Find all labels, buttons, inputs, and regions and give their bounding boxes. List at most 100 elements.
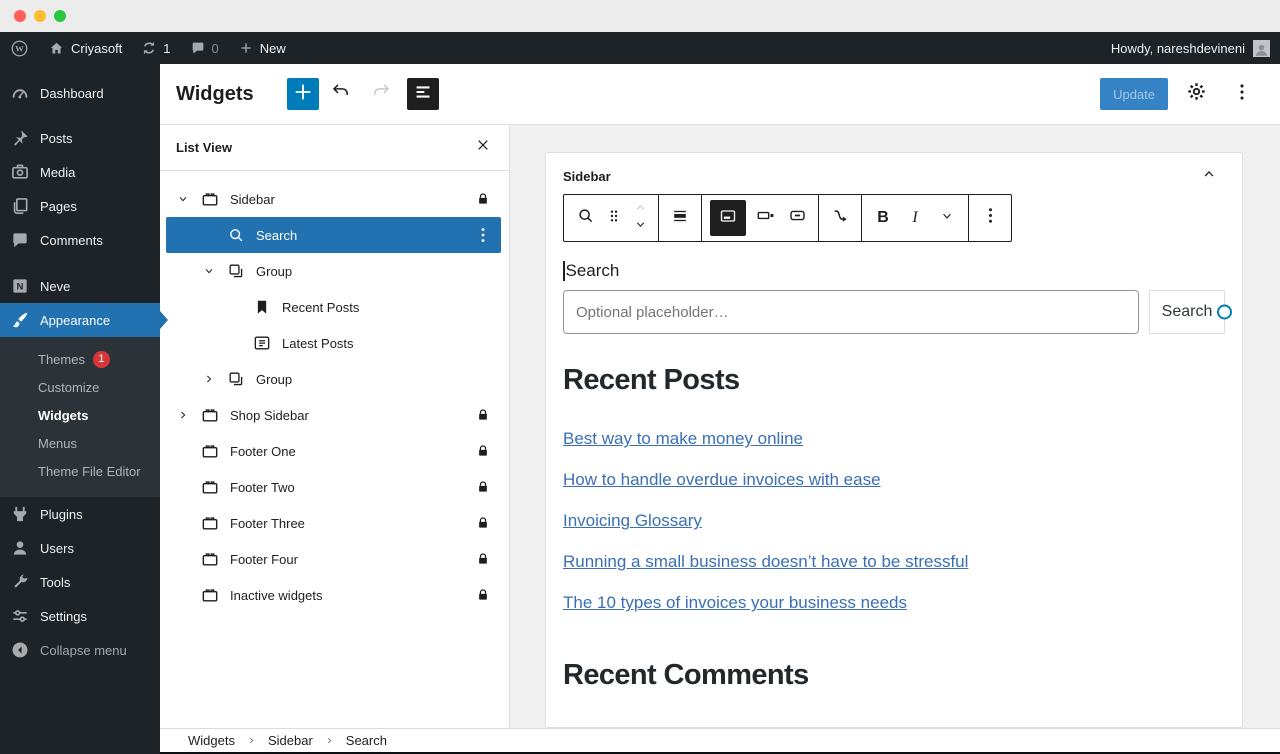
collapse-widget-area-button[interactable]	[1197, 165, 1221, 189]
more-formatting-button[interactable]	[931, 195, 963, 241]
sidebar-item-label: Plugins	[40, 506, 83, 522]
settings-gear-button[interactable]	[1178, 76, 1214, 112]
chevron-down-icon[interactable]	[202, 264, 216, 278]
sidebar-item-media[interactable]: Media	[0, 155, 160, 189]
list-view-row-footer-one[interactable]: Footer One	[166, 433, 501, 469]
recent-post-link[interactable]: Running a small business doesn’t have to…	[563, 552, 968, 572]
undo-button[interactable]	[323, 76, 359, 112]
block-mover[interactable]	[627, 200, 653, 237]
comments-menu[interactable]: 0	[190, 40, 219, 56]
update-count-badge: 1	[92, 350, 110, 368]
resize-handle[interactable]	[1217, 304, 1232, 320]
widget-area-title: Sidebar	[563, 169, 611, 184]
wordpress-logo-icon[interactable]: W	[10, 39, 29, 58]
list-view-toggle-button[interactable]	[406, 78, 439, 110]
sidebar-item-neve[interactable]: N Neve	[0, 269, 160, 303]
list-view-row-inactive-widgets[interactable]: Inactive widgets	[166, 577, 501, 613]
sidebar-item-appearance[interactable]: Appearance	[0, 303, 160, 337]
submenu-item-customize[interactable]: Customize	[0, 373, 160, 401]
avatar[interactable]	[1253, 39, 1270, 57]
list-view-row-label: Inactive widgets	[230, 587, 323, 603]
breadcrumb-item-search[interactable]: Search	[346, 733, 387, 748]
sidebar-item-plugins[interactable]: Plugins	[0, 497, 160, 531]
list-view-row-sidebar[interactable]: Sidebar	[166, 181, 501, 217]
recent-post-link[interactable]: How to handle overdue invoices with ease	[563, 470, 881, 490]
sidebar-item-posts[interactable]: Posts	[0, 121, 160, 155]
neve-icon: N	[10, 276, 30, 296]
list-view-row-label: Group	[256, 371, 293, 387]
search-submit-button[interactable]: Search	[1149, 290, 1232, 334]
zoom-window-button[interactable]	[54, 10, 66, 22]
drag-handle[interactable]	[601, 195, 627, 241]
list-view-row-group[interactable]: Group	[166, 361, 501, 397]
list-view-row-label: Footer One	[230, 443, 296, 459]
search-block-label[interactable]: Search	[566, 261, 620, 281]
widget-area-icon	[200, 477, 220, 497]
sidebar-item-label: Tools	[40, 574, 71, 590]
submenu-item-theme-file-editor[interactable]: Theme File Editor	[0, 457, 160, 485]
close-window-button[interactable]	[14, 10, 26, 22]
recent-post-link[interactable]: Invoicing Glossary	[563, 511, 702, 531]
breadcrumb-item-widgets[interactable]: Widgets	[188, 733, 235, 748]
site-name-menu[interactable]: Criyasoft	[48, 40, 122, 57]
close-list-view-button[interactable]	[471, 136, 495, 160]
list-view-row-footer-four[interactable]: Footer Four	[166, 541, 501, 577]
update-button[interactable]: Update	[1100, 78, 1168, 110]
breadcrumb-item-sidebar[interactable]: Sidebar	[268, 733, 313, 748]
no-button-option-button[interactable]	[781, 195, 813, 241]
sidebar-item-comments[interactable]: Comments	[0, 223, 160, 257]
chevron-down-icon[interactable]	[176, 192, 190, 206]
options-ellipsis-button[interactable]	[1224, 76, 1260, 112]
sidebar-item-label: Dashboard	[40, 85, 104, 101]
row-options-ellipsis-button[interactable]	[473, 225, 493, 245]
use-button-with-icon-button[interactable]	[824, 195, 856, 241]
list-view-row-recent-posts[interactable]: Recent Posts	[166, 289, 501, 325]
block-inserter-button[interactable]	[286, 78, 319, 110]
new-content-menu[interactable]: New	[238, 40, 286, 56]
italic-button[interactable]: I	[899, 195, 931, 241]
bold-button[interactable]: B	[867, 195, 899, 241]
submenu-item-label: Widgets	[38, 407, 89, 423]
button-inside-option-button[interactable]	[710, 200, 746, 236]
search-block-type-button[interactable]	[569, 195, 601, 241]
menu-separator	[0, 110, 160, 121]
list-view-row-footer-three[interactable]: Footer Three	[166, 505, 501, 541]
minimize-window-button[interactable]	[34, 10, 46, 22]
sidebar-item-label: Collapse menu	[40, 642, 127, 658]
sidebar-item-pages[interactable]: Pages	[0, 189, 160, 223]
breadcrumb-separator-icon	[246, 735, 257, 746]
submenu-item-menus[interactable]: Menus	[0, 429, 160, 457]
list-view-row-group[interactable]: Group	[166, 253, 501, 289]
list-view-row-footer-two[interactable]: Footer Two	[166, 469, 501, 505]
recent-post-link[interactable]: Best way to make money online	[563, 429, 803, 449]
block-options-ellipsis-button[interactable]	[974, 195, 1006, 241]
search-button-label: Search	[1161, 303, 1213, 320]
updates-menu[interactable]: 1	[141, 40, 171, 56]
list-view-row-shop-sidebar[interactable]: Shop Sidebar	[166, 397, 501, 433]
recent-post-link[interactable]: The 10 types of invoices your business n…	[563, 593, 907, 613]
sidebar-item-users[interactable]: Users	[0, 531, 160, 565]
sidebar-item-dashboard[interactable]: Dashboard	[0, 76, 160, 110]
toggle-search-label-button[interactable]	[664, 195, 696, 241]
lock-icon	[475, 551, 491, 567]
list-view-row-label: Sidebar	[230, 191, 275, 207]
chevron-right-icon[interactable]	[202, 372, 216, 386]
move-down-icon	[633, 217, 648, 237]
sidebar-item-collapse-menu[interactable]: Collapse menu	[0, 633, 160, 667]
submenu-item-widgets[interactable]: Widgets	[0, 401, 160, 429]
widget-area-icon	[200, 585, 220, 605]
search-placeholder-input[interactable]	[563, 290, 1139, 334]
sidebar-item-label: Settings	[40, 608, 87, 624]
chevron-right-icon[interactable]	[176, 408, 190, 422]
svg-text:N: N	[17, 282, 24, 293]
sidebar-item-settings[interactable]: Settings	[0, 599, 160, 633]
list-view-row-search[interactable]: Search	[166, 217, 501, 253]
redo-button[interactable]	[363, 76, 399, 112]
button-outside-option-button[interactable]	[749, 195, 781, 241]
sidebar-item-tools[interactable]: Tools	[0, 565, 160, 599]
howdy-account-menu[interactable]: Howdy, nareshdevineni	[1111, 41, 1245, 56]
list-view-row-latest-posts[interactable]: Latest Posts	[166, 325, 501, 361]
submenu-item-themes[interactable]: Themes 1	[0, 345, 160, 373]
